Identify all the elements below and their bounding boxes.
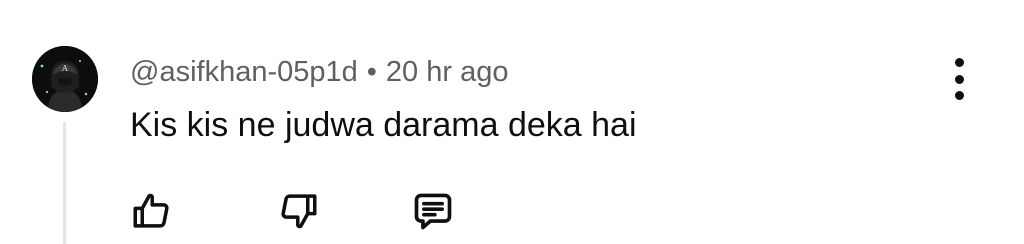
more-vert-icon-dot <box>954 74 964 84</box>
comment-timestamp[interactable]: 20 hr ago <box>386 56 509 89</box>
comment-author[interactable]: @asifkhan-05p1d <box>130 56 358 89</box>
more-options-button[interactable] <box>942 58 976 100</box>
thumb-up-icon <box>133 193 169 228</box>
thread-line <box>63 122 66 244</box>
like-button[interactable] <box>128 188 174 234</box>
avatar[interactable]: A <box>32 46 98 112</box>
meta-separator: • <box>366 55 377 88</box>
thumb-down-icon <box>281 194 317 229</box>
dislike-button[interactable] <box>276 188 322 234</box>
avatar-image: A <box>32 46 98 112</box>
avatar-letter: A <box>61 64 68 73</box>
more-vert-icon <box>954 58 964 67</box>
comment-text: Kis kis ne judwa darama deka hai <box>130 106 637 144</box>
comment-meta: @asifkhan-05p1d • 20 hr ago <box>130 52 508 92</box>
reply-button[interactable] <box>410 188 456 234</box>
reply-comment-icon <box>414 193 452 230</box>
more-vert-icon-dot <box>954 91 964 100</box>
